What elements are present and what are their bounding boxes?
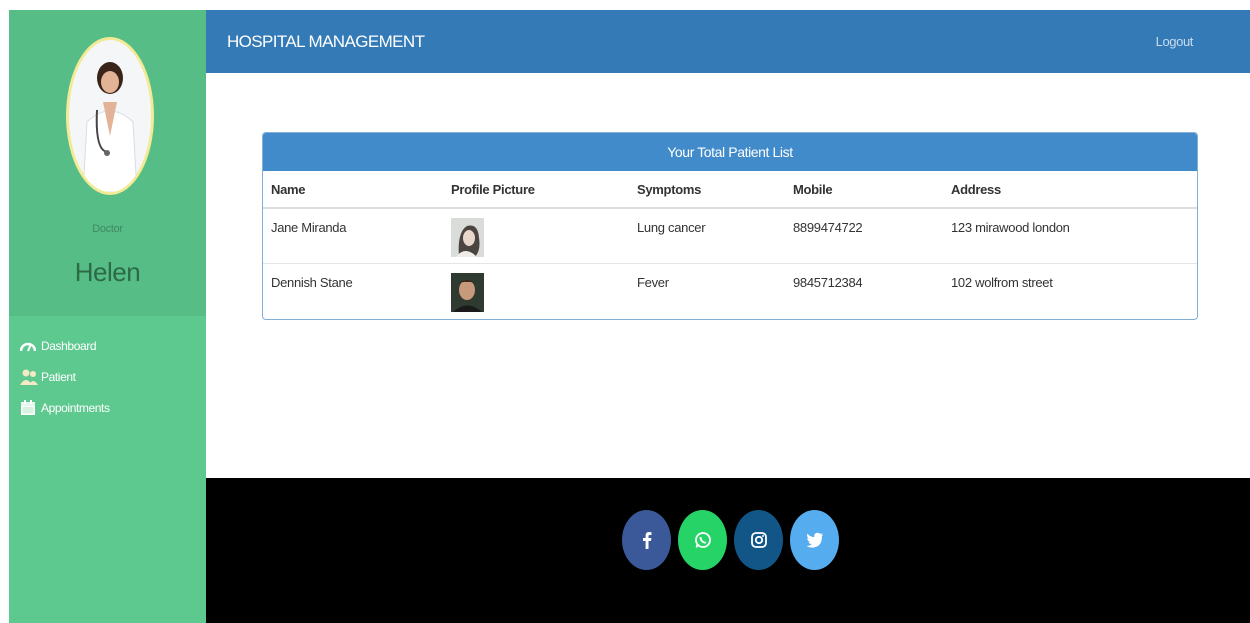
doctor-avatar <box>66 37 154 195</box>
patient-name: Jane Miranda <box>263 208 443 264</box>
sidebar-item-label: Appointments <box>41 400 110 415</box>
patient-icon <box>20 369 38 385</box>
sidebar-item-appointments[interactable]: Appointments <box>20 392 110 423</box>
patient-photo <box>451 272 484 312</box>
doctor-name: Helen <box>74 257 141 287</box>
patient-mobile: 9845712384 <box>793 274 863 290</box>
patient-symptoms: Fever <box>637 274 669 290</box>
patient-list-panel: Your Total Patient List Name Profile Pic… <box>262 132 1198 320</box>
patient-name: Dennish Stane <box>271 274 353 290</box>
sidebar-item-patient[interactable]: Patient <box>20 361 110 392</box>
doctor-role: Doctor <box>92 223 123 235</box>
twitter-icon <box>805 532 823 548</box>
table-header-row: Name Profile Picture Symptoms Mobile Add… <box>263 171 1197 209</box>
facebook-icon <box>642 532 651 549</box>
column-header-mobile: Mobile <box>785 171 943 209</box>
app-title: HOSPITAL MANAGEMENT <box>227 32 425 51</box>
sidebar-item-label: Patient <box>41 369 76 384</box>
table-row[interactable]: Jane Miranda Lung cancer 8899474722 123 … <box>263 208 1197 264</box>
sidebar: Doctor Helen Dashboard Patient Appointme… <box>9 10 206 623</box>
social-links <box>622 510 846 570</box>
profile-card: Doctor Helen <box>9 10 206 316</box>
patient-photo-cell <box>443 208 629 264</box>
patient-photo <box>451 218 484 257</box>
instagram-button[interactable] <box>734 510 783 570</box>
patient-address: 123 mirawood london <box>943 208 1197 264</box>
patient-photo-cell <box>443 263 629 318</box>
table-row[interactable]: Dennish Stane Fever 9845712384 102 wolfr… <box>263 263 1197 318</box>
top-header: HOSPITAL MANAGEMENT Logout <box>206 10 1250 73</box>
column-header-symptoms: Symptoms <box>629 171 785 209</box>
sidebar-item-label: Dashboard <box>41 338 97 353</box>
column-header-name: Name <box>263 171 443 209</box>
instagram-icon <box>750 532 767 548</box>
patient-address: 102 wolfrom street <box>951 274 1053 290</box>
facebook-button[interactable] <box>622 510 671 570</box>
panel-title: Your Total Patient List <box>263 133 1197 171</box>
twitter-button[interactable] <box>790 510 839 570</box>
footer <box>206 478 1250 623</box>
dashboard-icon <box>20 338 38 354</box>
column-header-address: Address <box>943 171 1197 209</box>
calendar-icon <box>20 399 38 416</box>
whatsapp-icon <box>694 532 711 548</box>
sidebar-item-dashboard[interactable]: Dashboard <box>20 330 110 361</box>
sidebar-nav: Dashboard Patient Appointments <box>20 330 110 423</box>
patient-symptoms: Lung cancer <box>629 208 785 264</box>
whatsapp-button[interactable] <box>678 510 727 570</box>
logout-link[interactable]: Logout <box>1156 34 1194 49</box>
patient-mobile: 8899474722 <box>785 208 943 264</box>
patient-table: Name Profile Picture Symptoms Mobile Add… <box>263 171 1197 318</box>
column-header-profile-picture: Profile Picture <box>443 171 629 209</box>
